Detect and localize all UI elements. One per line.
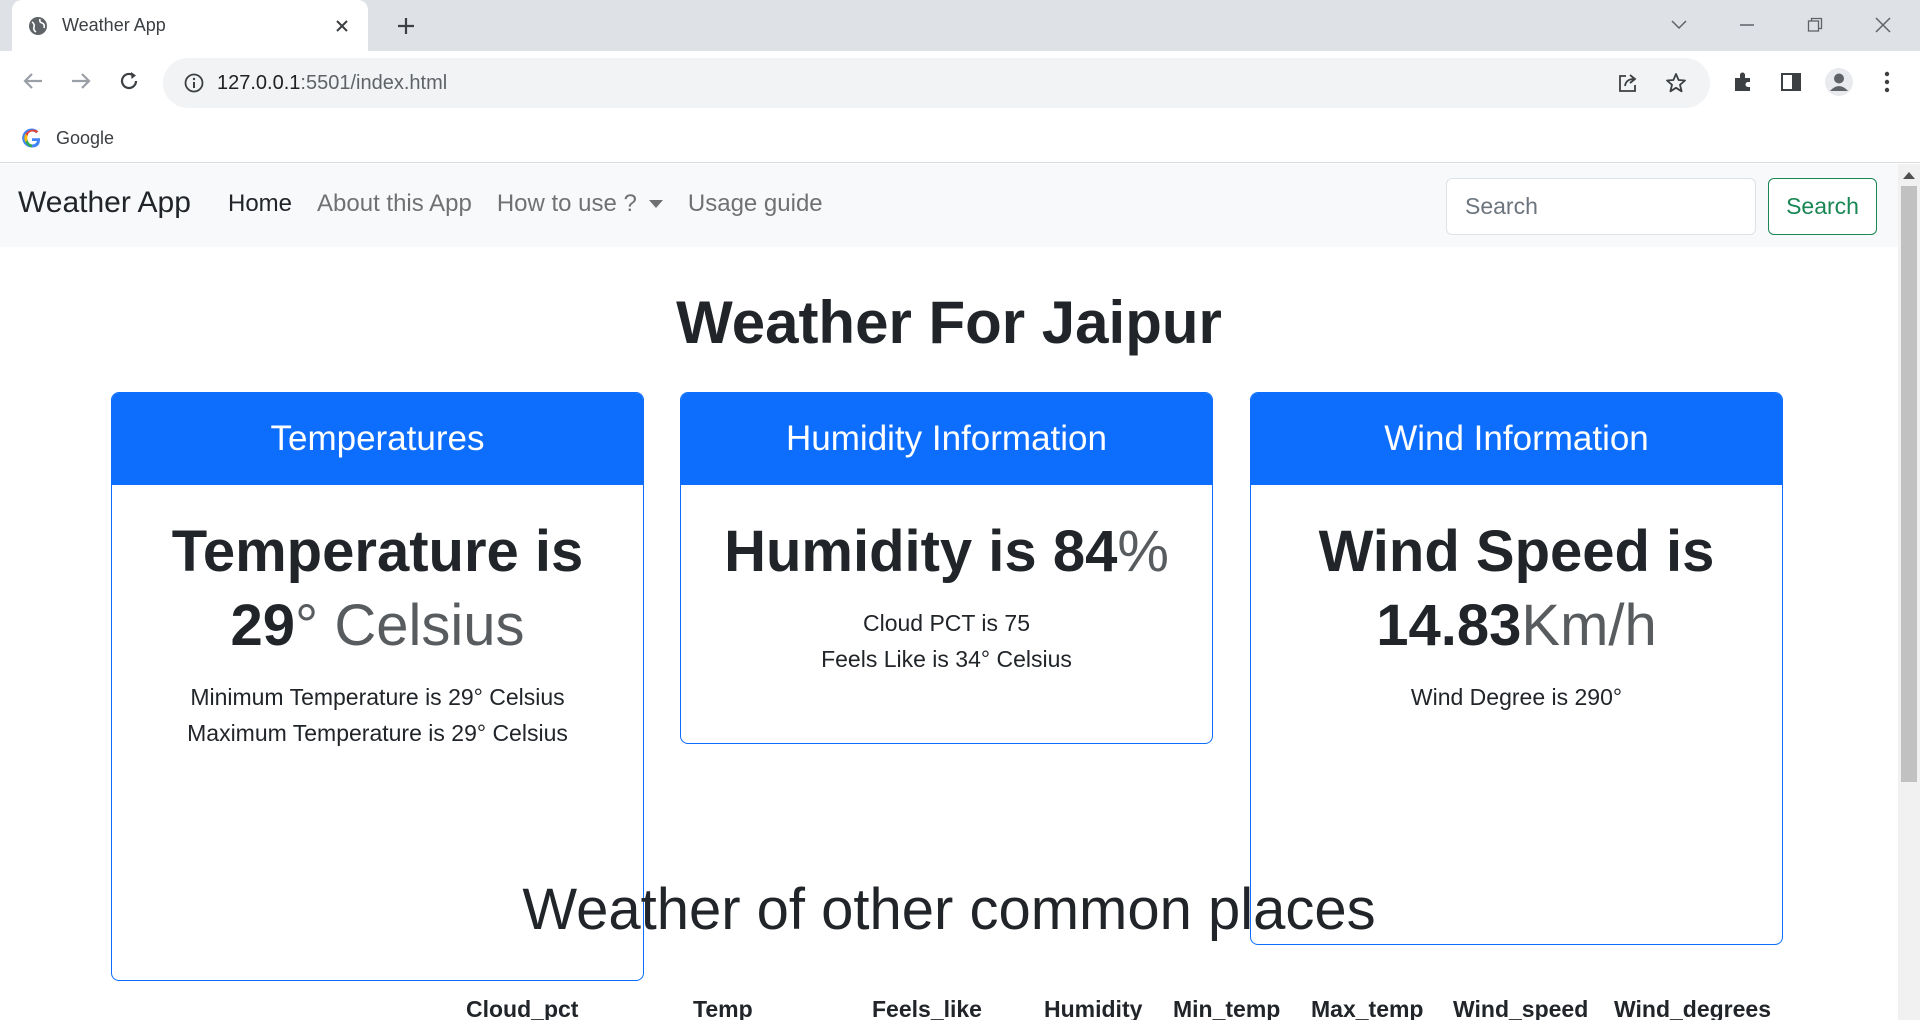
back-arrow-icon[interactable] (18, 66, 48, 96)
address-bar[interactable]: 127.0.0.1:5501/index.html (163, 58, 1710, 108)
card-body: Humidity is 84% Cloud PCT is 75 Feels Li… (681, 485, 1212, 677)
url-host: 127.0.0.1 (217, 71, 301, 94)
max-temperature: Maximum Temperature is 29° Celsius (187, 720, 568, 746)
nav-link-usage-guide[interactable]: Usage guide (688, 190, 823, 218)
nav-link-about[interactable]: About this App (317, 190, 472, 218)
column-header-cloud-pct: Cloud_pct (466, 996, 579, 1020)
column-header-max-temp: Max_temp (1311, 996, 1424, 1020)
bookmarks-bar: Google (0, 114, 1920, 163)
wind-headline: Wind Speed is 14.83Km/h (1271, 515, 1762, 663)
restore-icon[interactable] (1800, 10, 1830, 40)
globe-icon (28, 16, 48, 36)
card-header: Temperatures (112, 393, 643, 485)
feels-like: Feels Like is 34° Celsius (821, 646, 1072, 672)
navbar-brand[interactable]: Weather App (18, 186, 191, 220)
page-scrollbar[interactable] (1898, 164, 1920, 1020)
humidity-details: Cloud PCT is 75 Feels Like is 34° Celsiu… (701, 605, 1192, 677)
temperature-value: 29 (230, 593, 296, 658)
wind-degree: Wind Degree is 290° (1410, 684, 1623, 710)
site-info-icon[interactable] (183, 72, 205, 94)
nav-dropdown-label: How to use ? (496, 190, 637, 217)
column-header-humidity: Humidity (1044, 996, 1143, 1020)
column-header-min-temp: Min_temp (1173, 996, 1281, 1020)
humidity-unit: % (1117, 519, 1169, 584)
other-places-table-header: Cloud_pct Temp Feels_like Humidity Min_t… (0, 996, 1898, 1020)
search-input[interactable] (1446, 178, 1756, 235)
humidity-prefix: Humidity is (724, 519, 1037, 584)
column-header-temp: Temp (693, 996, 753, 1020)
scroll-up-arrow-icon[interactable] (1903, 172, 1915, 179)
wind-prefix: Wind Speed is (1318, 519, 1715, 584)
wind-card: Wind Information Wind Speed is 14.83Km/h… (1250, 392, 1783, 945)
wind-speed-unit: Km/h (1521, 593, 1657, 658)
nav-link-home[interactable]: Home (228, 190, 292, 218)
reload-icon[interactable] (114, 66, 144, 96)
browser-tab[interactable]: Weather App (12, 0, 368, 51)
tab-title: Weather App (62, 15, 166, 35)
tab-search-chevron-icon[interactable] (1664, 10, 1694, 40)
browser-tabstrip: Weather App (0, 0, 1920, 51)
profile-avatar-icon[interactable] (1824, 67, 1854, 97)
minimize-icon[interactable] (1732, 10, 1762, 40)
card-header: Humidity Information (681, 393, 1212, 485)
humidity-card: Humidity Information Humidity is 84% Clo… (680, 392, 1213, 744)
side-panel-icon[interactable] (1776, 67, 1806, 97)
url-text[interactable]: 127.0.0.1:5501/index.html (217, 72, 1594, 95)
card-header: Wind Information (1251, 393, 1782, 485)
humidity-headline: Humidity is 84% (701, 515, 1192, 589)
min-temperature: Minimum Temperature is 29° Celsius (190, 684, 565, 710)
google-logo-icon (22, 128, 42, 148)
humidity-value: 84 (1052, 519, 1118, 584)
temperature-headline: Temperature is 29° Celsius (132, 515, 623, 663)
page-viewport: Weather App Home About this App How to u… (0, 164, 1920, 1020)
temperature-prefix: Temperature is (171, 519, 584, 584)
cloud-pct: Cloud PCT is 75 (862, 610, 1031, 636)
close-icon[interactable] (332, 16, 352, 36)
card-body: Temperature is 29° Celsius Minimum Tempe… (112, 485, 643, 751)
temperature-unit: ° Celsius (295, 593, 525, 658)
bookmark-star-icon[interactable] (1662, 69, 1690, 97)
caret-down-icon (648, 200, 663, 208)
wind-speed-value: 14.83 (1376, 593, 1522, 658)
wind-details: Wind Degree is 290° (1271, 679, 1762, 715)
other-places-heading: Weather of other common places (522, 877, 1376, 942)
scrollbar-thumb[interactable] (1901, 186, 1917, 782)
nav-dropdown-how-to-use[interactable]: How to use ? (497, 190, 663, 218)
window-close-icon[interactable] (1868, 10, 1898, 40)
column-header-feels-like: Feels_like (872, 996, 982, 1020)
temperature-details: Minimum Temperature is 29° Celsius Maxim… (132, 679, 623, 751)
extensions-puzzle-icon[interactable] (1728, 67, 1758, 97)
bookmark-label: Google (56, 127, 115, 148)
bookmark-google[interactable]: Google (22, 124, 114, 152)
kebab-menu-icon[interactable] (1872, 67, 1902, 97)
site-navbar: Weather App Home About this App How to u… (0, 164, 1898, 247)
card-body: Wind Speed is 14.83Km/h Wind Degree is 2… (1251, 485, 1782, 715)
column-header-wind-speed: Wind_speed (1453, 996, 1589, 1020)
search-button[interactable]: Search (1768, 178, 1877, 235)
nav-links: Home About this App How to use ? Usage g… (228, 190, 823, 218)
new-tab-plus-icon[interactable] (392, 12, 420, 40)
forward-arrow-icon[interactable] (66, 66, 96, 96)
url-path: :5501/index.html (300, 71, 448, 94)
share-icon[interactable] (1614, 69, 1642, 97)
column-header-wind-degrees: Wind_degrees (1614, 996, 1772, 1020)
page-title: Weather For Jaipur (676, 289, 1222, 356)
